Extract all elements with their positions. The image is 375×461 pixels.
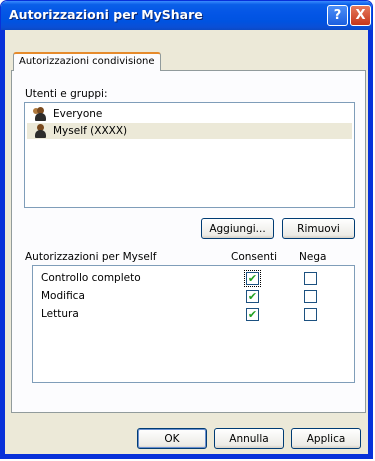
- list-item-label: Myself (XXXX): [53, 125, 128, 137]
- deny-read-checkbox[interactable]: [304, 308, 317, 321]
- user-icon: [33, 124, 49, 138]
- tab-share-permissions[interactable]: Autorizzazioni condivisione: [13, 52, 161, 71]
- deny-column-header: Nega: [299, 251, 327, 263]
- allow-full-control-checkbox[interactable]: ✔: [244, 270, 261, 287]
- permissions-list: Controllo completo Modifica Lettura ✔ ✔ …: [32, 265, 355, 383]
- help-icon: ?: [333, 8, 342, 23]
- deny-modify-checkbox[interactable]: [304, 290, 317, 303]
- group-icon: [33, 107, 49, 121]
- list-item-myself[interactable]: Myself (XXXX): [27, 123, 352, 139]
- permission-label: Controllo completo: [41, 272, 141, 284]
- apply-button[interactable]: Applica: [291, 428, 361, 449]
- users-groups-list[interactable]: Everyone Myself (XXXX): [24, 102, 355, 208]
- permission-label: Modifica: [41, 290, 85, 302]
- list-item-everyone[interactable]: Everyone: [27, 106, 352, 122]
- close-icon: X: [355, 8, 366, 23]
- window-frame-left: [1, 30, 5, 458]
- close-button[interactable]: X: [350, 5, 371, 26]
- users-groups-label: Utenti e gruppi:: [25, 88, 108, 100]
- window-title: Autorizzazioni per MyShare: [9, 7, 203, 22]
- remove-button[interactable]: Rimuovi: [282, 218, 355, 239]
- title-bar[interactable]: Autorizzazioni per MyShare ? X: [1, 1, 372, 30]
- tab-label: Autorizzazioni condivisione: [19, 56, 155, 67]
- list-item-label: Everyone: [53, 108, 103, 120]
- permission-label: Lettura: [41, 308, 79, 320]
- help-button[interactable]: ?: [327, 5, 348, 26]
- permissions-dialog: Autorizzazioni per MyShare ? X Autorizza…: [0, 0, 373, 459]
- ok-button[interactable]: OK: [137, 428, 207, 449]
- window-frame-right: [368, 30, 372, 458]
- window-frame-bottom: [1, 454, 372, 458]
- allow-read-checkbox[interactable]: ✔: [246, 308, 259, 321]
- allow-modify-checkbox[interactable]: ✔: [246, 290, 259, 303]
- allow-column-header: Consenti: [231, 251, 278, 263]
- cancel-button[interactable]: Annulla: [214, 428, 284, 449]
- add-button[interactable]: Aggiungi...: [201, 218, 274, 239]
- permissions-header: Autorizzazioni per Myself: [25, 251, 157, 263]
- deny-full-control-checkbox[interactable]: [304, 272, 317, 285]
